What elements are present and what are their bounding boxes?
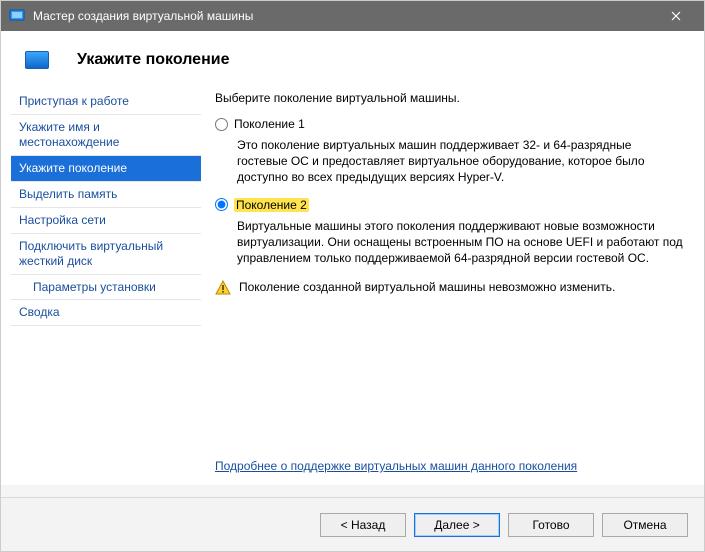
back-button[interactable]: < Назад [320, 513, 406, 537]
wizard-content: Выберите поколение виртуальной машины. П… [201, 79, 704, 485]
content-intro: Выберите поколение виртуальной машины. [215, 91, 684, 105]
titlebar: Мастер создания виртуальной машины [1, 1, 704, 31]
learn-more-link[interactable]: Подробнее о поддержке виртуальных машин … [215, 459, 684, 473]
step-summary[interactable]: Сводка [11, 300, 201, 326]
step-name-location[interactable]: Укажите имя и местонахождение [11, 115, 201, 156]
content-spacer [215, 296, 684, 453]
radio-generation-2-label[interactable]: Поколение 2 [234, 198, 309, 212]
wizard-body: Приступая к работе Укажите имя и местона… [1, 79, 704, 485]
step-getting-started[interactable]: Приступая к работе [11, 89, 201, 115]
window-close-button[interactable] [656, 1, 696, 31]
radio-generation-1-row: Поколение 1 [215, 117, 684, 131]
app-icon [9, 8, 25, 24]
page-title: Укажите поколение [77, 51, 229, 69]
step-vhd[interactable]: Подключить виртуальный жесткий диск [11, 234, 201, 275]
warning-text: Поколение созданной виртуальной машины н… [239, 280, 615, 294]
wizard-footer: < Назад Далее > Готово Отмена [1, 497, 704, 551]
step-memory[interactable]: Выделить память [11, 182, 201, 208]
generation-1-description: Это поколение виртуальных машин поддержи… [237, 137, 684, 186]
finish-button[interactable]: Готово [508, 513, 594, 537]
step-networking[interactable]: Настройка сети [11, 208, 201, 234]
step-install-options[interactable]: Параметры установки [11, 275, 201, 300]
next-button[interactable]: Далее > [414, 513, 500, 537]
wizard-steps-sidebar: Приступая к работе Укажите имя и местона… [1, 79, 201, 485]
warning-row: Поколение созданной виртуальной машины н… [215, 280, 684, 296]
generation-2-description: Виртуальные машины этого поколения подде… [237, 218, 684, 267]
step-generation[interactable]: Укажите поколение [11, 156, 201, 182]
warning-icon [215, 280, 231, 296]
radio-generation-1[interactable] [215, 118, 228, 131]
radio-generation-1-label[interactable]: Поколение 1 [234, 117, 305, 131]
radio-generation-2-row: Поколение 2 [215, 198, 684, 212]
wizard-header: Укажите поколение [1, 31, 704, 79]
cancel-button[interactable]: Отмена [602, 513, 688, 537]
radio-generation-2[interactable] [215, 198, 228, 211]
window-title: Мастер создания виртуальной машины [33, 9, 656, 23]
wizard-header-icon [25, 51, 49, 69]
